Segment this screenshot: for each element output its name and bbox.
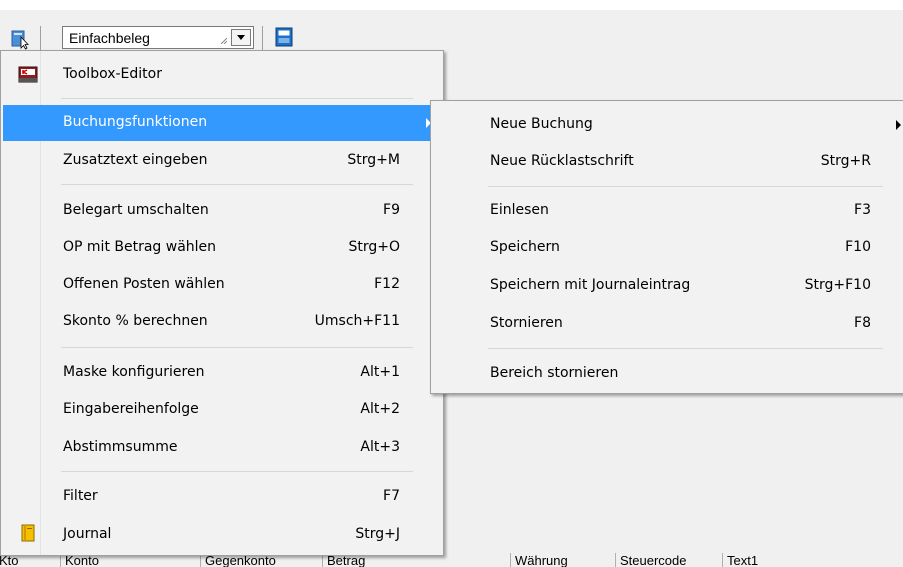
submenu-item-neue-ruecklastschrift[interactable]: Neue Rücklastschrift Strg+R — [433, 144, 901, 180]
menu-item-shortcut: F12 — [374, 276, 400, 292]
submenu-item-bereich-stornieren[interactable]: Bereich stornieren — [433, 356, 901, 392]
menu-item-shortcut: Strg+O — [348, 239, 400, 255]
menu-item-shortcut: Alt+3 — [360, 439, 400, 455]
menu-item-shortcut: Alt+2 — [360, 401, 400, 417]
menu-item-filter[interactable]: Filter F7 — [3, 479, 441, 515]
menu-item-label: Neue Rücklastschrift — [490, 153, 634, 169]
menu-item-abstimmsumme[interactable]: Abstimmsumme Alt+3 — [3, 430, 441, 466]
menu-separator — [488, 348, 883, 349]
menu-separator — [61, 98, 413, 99]
menu-item-shortcut: F7 — [383, 488, 400, 504]
toolbar: Einfachbeleg — [0, 10, 903, 50]
menu-item-shortcut: Strg+M — [347, 152, 400, 168]
menu-item-shortcut: F3 — [854, 202, 871, 218]
menu-item-label: Stornieren — [490, 315, 563, 331]
combo-dropdown-button[interactable] — [231, 29, 251, 46]
menu-item-label: Toolbox-Editor — [63, 66, 162, 82]
menu-separator — [61, 184, 413, 185]
menu-item-label: Journal — [63, 526, 112, 542]
document-cursor-icon[interactable] — [10, 28, 30, 50]
menu-item-shortcut: Strg+J — [355, 526, 400, 542]
menu-item-shortcut: F8 — [854, 315, 871, 331]
toolbar-separator — [40, 26, 41, 50]
menu-item-label: OP mit Betrag wählen — [63, 239, 217, 255]
journal-icon — [21, 524, 35, 542]
menu-item-skonto[interactable]: Skonto % berechnen Umsch+F11 — [3, 304, 441, 340]
menu-item-label: Einlesen — [490, 202, 549, 218]
menu-item-label: Skonto % berechnen — [63, 313, 208, 329]
menu-item-label: Speichern mit Journaleintrag — [490, 277, 691, 293]
menu-item-label: Abstimmsumme — [63, 439, 178, 455]
menu-item-shortcut: F10 — [845, 239, 871, 255]
menu-item-offenen-posten[interactable]: Offenen Posten wählen F12 — [3, 267, 441, 303]
submenu-item-neue-buchung[interactable]: Neue Buchung — [433, 107, 901, 143]
menu-separator — [61, 347, 413, 348]
menu-item-shortcut: Strg+R — [820, 153, 871, 169]
grid-header-steuercode[interactable]: Steuercode — [615, 553, 687, 567]
menu-item-journal[interactable]: Journal Strg+J — [3, 517, 441, 553]
menu-separator — [61, 471, 413, 472]
menu-item-maske[interactable]: Maske konfigurieren Alt+1 — [3, 355, 441, 391]
resize-grip-icon — [221, 38, 227, 44]
menu-item-label: Bereich stornieren — [490, 365, 619, 381]
menu-separator — [488, 186, 883, 187]
menu-item-label: Neue Buchung — [490, 116, 593, 132]
menu-item-shortcut: Umsch+F11 — [314, 313, 400, 329]
submenu-buchungsfunktionen: Neue Buchung Neue Rücklastschrift Strg+R… — [430, 100, 903, 394]
context-menu: Toolbox-Editor Buchungsfunktionen Zusatz… — [0, 50, 444, 556]
grid-header-waehrung[interactable]: Währung — [510, 553, 568, 567]
menu-item-shortcut: Strg+F10 — [804, 277, 871, 293]
menu-item-eingabereihenfolge[interactable]: Eingabereihenfolge Alt+2 — [3, 392, 441, 428]
menu-item-label: Offenen Posten wählen — [63, 276, 225, 292]
grid-header-text1[interactable]: Text1 — [722, 553, 758, 567]
submenu-item-einlesen[interactable]: Einlesen F3 — [433, 193, 901, 229]
calculator-icon[interactable] — [275, 27, 293, 47]
submenu-item-stornieren[interactable]: Stornieren F8 — [433, 306, 901, 342]
menu-item-label: Maske konfigurieren — [63, 364, 205, 380]
menu-item-label: Zusatztext eingeben — [63, 152, 208, 168]
toolbar-separator — [262, 26, 263, 50]
menu-item-label: Belegart umschalten — [63, 202, 209, 218]
submenu-item-speichern-journal[interactable]: Speichern mit Journaleintrag Strg+F10 — [433, 268, 901, 304]
title-strip — [0, 0, 903, 10]
menu-item-label: Speichern — [490, 239, 560, 255]
menu-item-label: Buchungsfunktionen — [63, 114, 208, 130]
menu-item-zusatztext[interactable]: Zusatztext eingeben Strg+M — [3, 143, 441, 179]
menu-item-toolbox-editor[interactable]: Toolbox-Editor — [3, 57, 441, 93]
menu-item-label: Eingabereihenfolge — [63, 401, 199, 417]
menu-item-shortcut: F9 — [383, 202, 400, 218]
menu-item-belegart[interactable]: Belegart umschalten F9 — [3, 193, 441, 229]
submenu-item-speichern[interactable]: Speichern F10 — [433, 230, 901, 266]
menu-item-label: Filter — [63, 488, 98, 504]
menu-item-op-betrag[interactable]: OP mit Betrag wählen Strg+O — [3, 230, 441, 266]
submenu-arrow-icon — [896, 120, 901, 130]
menu-item-shortcut: Alt+1 — [360, 364, 400, 380]
combo-value: Einfachbeleg — [69, 30, 150, 46]
menu-item-buchungsfunktionen[interactable]: Buchungsfunktionen — [3, 105, 441, 141]
document-type-combobox[interactable]: Einfachbeleg — [62, 26, 254, 49]
toolbox-editor-icon — [18, 66, 38, 83]
